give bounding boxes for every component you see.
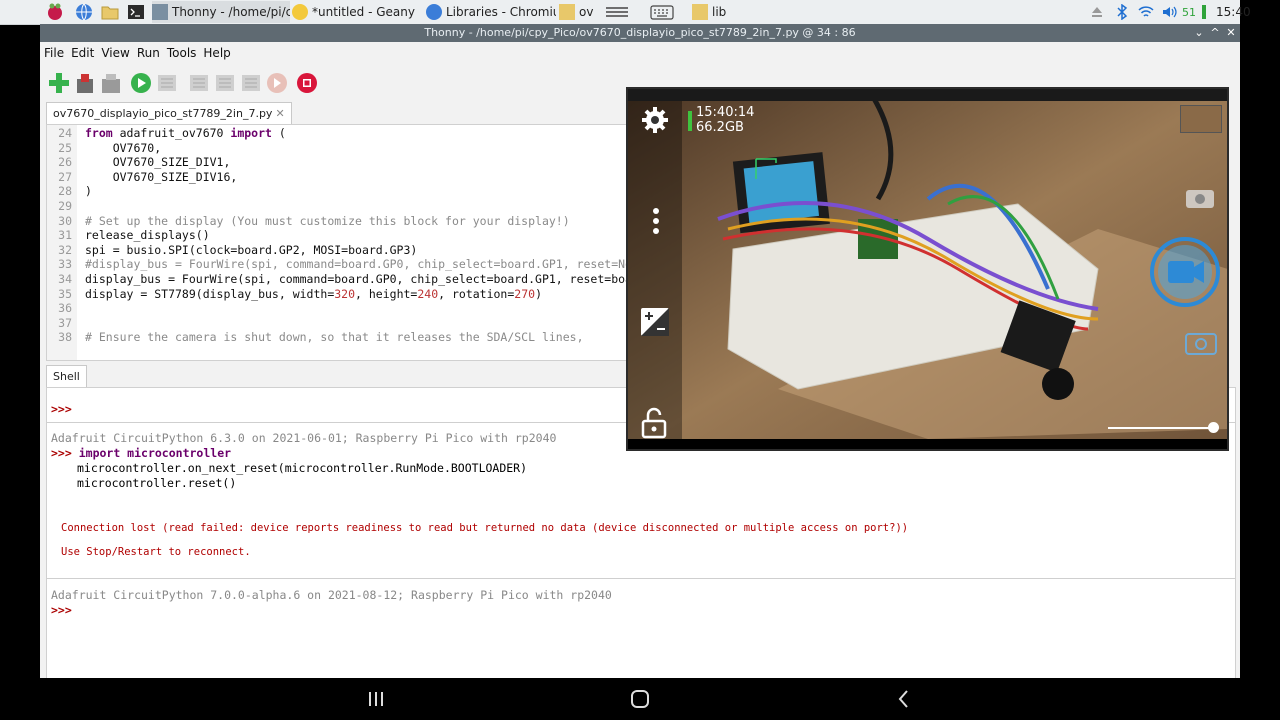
geany-icon	[292, 4, 308, 20]
volume-level: 51	[1182, 5, 1196, 19]
camera-side-controls	[628, 101, 682, 441]
task-chromium[interactable]: Libraries - Chromium	[426, 1, 556, 23]
zoom-slider-handle[interactable]	[1208, 422, 1219, 433]
camera-storage: 66.2GB	[696, 120, 744, 135]
shell-prompt: >>>	[51, 603, 72, 617]
gallery-thumbnail[interactable]	[1180, 105, 1222, 133]
step-out-icon[interactable]	[239, 71, 263, 95]
code-line: 29	[58, 198, 72, 213]
recent-apps-icon[interactable]	[361, 686, 391, 712]
thonny-icon	[152, 4, 168, 20]
task-thonny[interactable]: Thonny - /home/pi/c...	[152, 1, 290, 23]
code-line: 28)	[58, 184, 92, 199]
menu-run[interactable]: Run	[137, 46, 160, 60]
step-over-icon[interactable]	[187, 71, 211, 95]
code-line: 24 from adafruit_ov7670 import (	[58, 126, 286, 140]
menubar: File Edit View Run Tools Help	[40, 42, 1240, 64]
chromium-icon	[426, 4, 442, 20]
web-browser-icon[interactable]	[75, 3, 93, 21]
more-options-icon[interactable]	[650, 207, 662, 235]
wifi-icon[interactable]	[1138, 5, 1154, 19]
maximize-button[interactable]: ^	[1208, 24, 1222, 42]
resume-icon[interactable]	[265, 71, 289, 95]
shell-error: Use Stop/Restart to reconnect.	[61, 546, 251, 558]
record-video-button[interactable]	[1148, 235, 1222, 309]
folder-icon	[559, 4, 575, 20]
stop-icon[interactable]	[295, 71, 319, 95]
code-line: 26 OV7670_SIZE_DIV1,	[58, 155, 231, 170]
menu-view[interactable]: View	[101, 46, 129, 60]
shell-error: Connection lost (read failed: device rep…	[61, 522, 909, 534]
step-into-icon[interactable]	[213, 71, 237, 95]
code-line: 35 display = ST7789(display_bus, width=32…	[58, 286, 543, 301]
shell-banner: Adafruit CircuitPython 7.0.0-alpha.6 on …	[51, 588, 612, 602]
save-icon[interactable]	[99, 71, 123, 95]
code-line: 38 # Ensure the camera is shut down, so t…	[58, 330, 584, 345]
shell-divider	[47, 578, 1235, 579]
back-icon[interactable]	[889, 686, 919, 712]
camera-status: 15:40:14 66.2GB	[696, 105, 754, 135]
code-editor[interactable]: 24 from adafruit_ov7670 import ( 25 OV767…	[46, 124, 628, 361]
menu-help[interactable]: Help	[203, 46, 230, 60]
shell-tab[interactable]: Shell	[46, 365, 87, 389]
shell-banner: Adafruit CircuitPython 6.3.0 on 2021-06-…	[51, 431, 557, 445]
editor-tab[interactable]: ov7670_displayio_pico_st7789_2in_7.py ✕	[46, 102, 292, 125]
shell-input-line: microcontroller.on_next_reset(microcontr…	[77, 461, 528, 475]
run-icon[interactable]	[129, 71, 153, 95]
settings-icon[interactable]	[640, 105, 670, 135]
debug-icon[interactable]	[155, 71, 179, 95]
camera-time: 15:40:14	[696, 105, 755, 120]
editor-tabbar: ov7670_displayio_pico_st7789_2in_7.py ✕	[40, 102, 625, 125]
raspberry-menu-icon[interactable]	[46, 3, 64, 21]
code-line: 32 spi = busio.SPI(clock=board.GP2, MOSI=…	[58, 242, 418, 257]
taskbar: Thonny - /home/pi/c... *untitled - Geany…	[0, 0, 1251, 25]
new-file-icon[interactable]	[47, 71, 71, 95]
android-nav-bar	[0, 678, 1280, 720]
task-geany[interactable]: *untitled - Geany	[292, 1, 422, 23]
code-line: 30 # Set up the display (You must customi…	[58, 213, 570, 228]
photo-capture-icon[interactable]	[1184, 329, 1218, 357]
close-window-button[interactable]: ✕	[1224, 24, 1238, 42]
unlock-icon[interactable]	[640, 407, 670, 439]
camera-photo	[628, 89, 1227, 449]
clock[interactable]: 15:40	[1216, 5, 1251, 19]
menu-file[interactable]: File	[44, 46, 64, 60]
task-folder-ov[interactable]: ov	[559, 1, 595, 23]
terminal-icon[interactable]	[127, 3, 145, 21]
system-tray: 51 15:40	[1090, 0, 1251, 24]
code-line: 36	[58, 301, 72, 316]
camera-preview[interactable]: 15:40:14 66.2GB	[626, 87, 1229, 451]
code-line: 37	[58, 315, 72, 330]
code-lines: 24 from adafruit_ov7670 import ( 25 OV767…	[47, 126, 627, 345]
volume-icon[interactable]	[1162, 5, 1178, 19]
close-tab-icon[interactable]: ✕	[275, 107, 284, 120]
shell-prompt: >>>	[51, 402, 72, 416]
home-icon[interactable]	[625, 686, 655, 712]
code-line: 33 #display_bus = FourWire(spi, command=b…	[58, 257, 628, 272]
keyboard-icon[interactable]	[650, 3, 674, 21]
shell-input-line: >>> import microcontroller	[51, 446, 232, 460]
zoom-slider[interactable]	[1108, 427, 1216, 429]
task-folder-lib[interactable]: lib	[692, 1, 732, 23]
menu-icon[interactable]	[604, 3, 630, 21]
eject-icon[interactable]	[1090, 5, 1104, 19]
open-file-icon[interactable]	[73, 71, 97, 95]
window-title: Thonny - /home/pi/cpy_Pico/ov7670_displa…	[40, 24, 1240, 42]
code-line: 34 display_bus = FourWire(spi, command=bo…	[58, 271, 628, 286]
bluetooth-icon[interactable]	[1116, 4, 1128, 20]
code-line: 25 OV7670,	[58, 140, 162, 155]
switch-camera-icon[interactable]	[1180, 184, 1220, 212]
menu-edit[interactable]: Edit	[71, 46, 94, 60]
code-line: 31 release_displays()	[58, 228, 210, 243]
file-manager-icon[interactable]	[101, 3, 119, 21]
exposure-icon[interactable]	[640, 307, 670, 337]
menu-tools[interactable]: Tools	[167, 46, 197, 60]
battery-indicator	[688, 111, 692, 131]
folder-icon	[692, 4, 708, 20]
editor-tab-label: ov7670_displayio_pico_st7789_2in_7.py	[53, 107, 273, 120]
shell-input-line: microcontroller.reset()	[77, 476, 237, 490]
minimize-button[interactable]: ⌄	[1192, 24, 1206, 42]
cpu-meter	[1202, 5, 1206, 19]
code-line: 27 OV7670_SIZE_DIV16,	[58, 169, 238, 184]
